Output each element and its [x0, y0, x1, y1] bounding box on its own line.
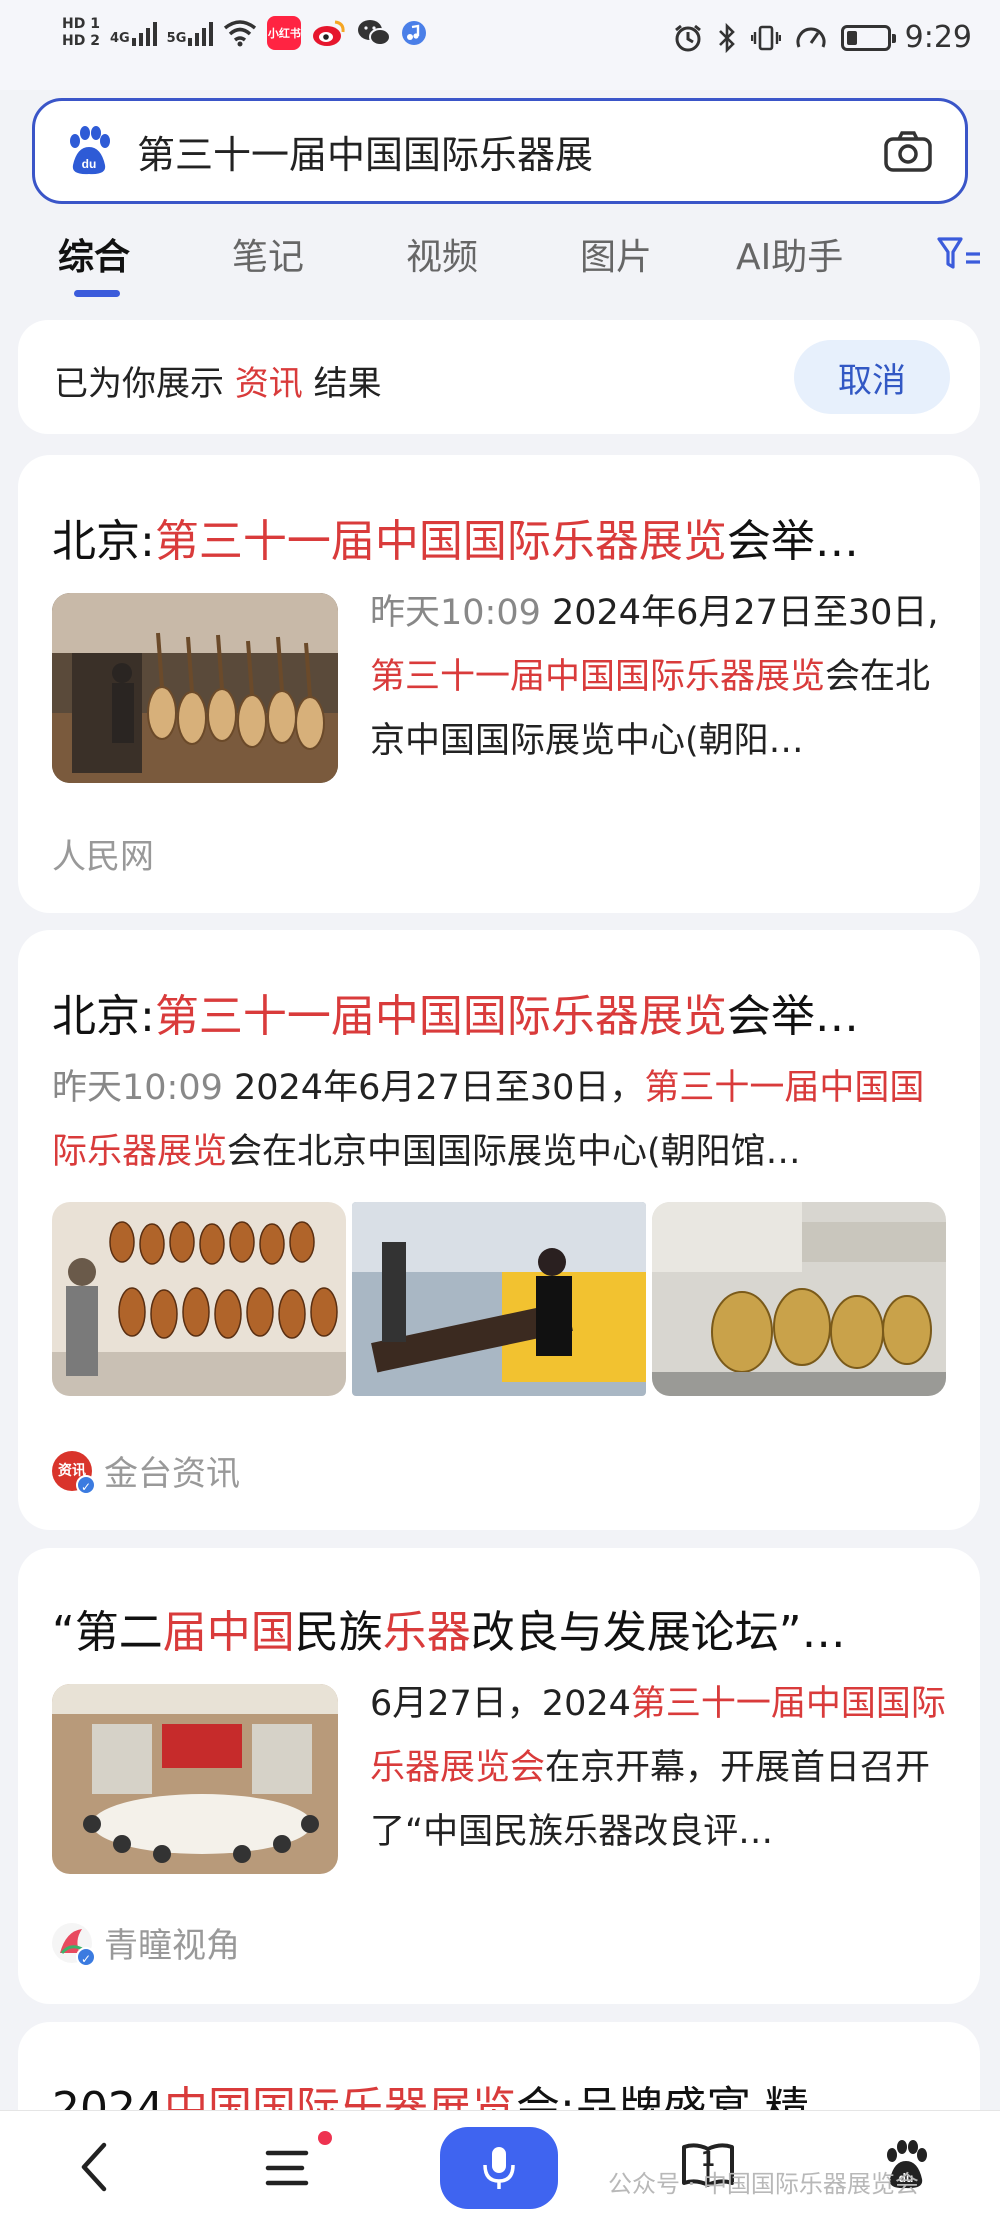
- menu-icon[interactable]: [262, 2145, 312, 2191]
- bluetooth-icon: [718, 22, 735, 53]
- voice-search-button[interactable]: [440, 2127, 558, 2209]
- search-bar[interactable]: du 第三十一届中国国际乐器展: [32, 98, 968, 204]
- clock: 9:29: [904, 20, 972, 55]
- notice-text: 已为你展示 资讯 结果: [54, 364, 382, 404]
- notification-dot: [318, 2131, 332, 2145]
- result-title[interactable]: “第二届中国民族乐器改良与发展论坛”…: [52, 1596, 952, 1660]
- verified-icon: ✓: [76, 1946, 96, 1967]
- result-snippet: 昨天10:09 2024年6月27日至30日，第三十一届中国国际乐器展览会在北京…: [52, 1068, 925, 1172]
- microphone-icon: [483, 2147, 515, 2189]
- source-name[interactable]: 金台资讯: [104, 1446, 240, 1495]
- watermark: 公众号 · 中国国际乐器展览会: [608, 2170, 919, 2198]
- result-thumbnail[interactable]: [52, 593, 338, 783]
- result-snippet: 6月27日，2024第三十一届中国国际乐器展览会在京开幕，开展首日召开了“中国民…: [370, 1684, 946, 1852]
- svg-text:du: du: [82, 157, 97, 171]
- signal-icon: 4G: [110, 20, 157, 46]
- result-thumbnail[interactable]: [52, 1202, 346, 1396]
- result-card[interactable]: 北京:第三十一届中国国际乐器展览会举… 昨天10:09 2024年6月27日至3…: [18, 455, 980, 913]
- source-name[interactable]: 人民网: [52, 829, 154, 878]
- baidu-paw-icon[interactable]: du: [63, 125, 115, 177]
- search-tabs: 综合 笔记 视频 图片 AI助手: [0, 222, 1000, 302]
- result-source[interactable]: 资讯 ✓ 金台资讯: [52, 1446, 240, 1495]
- result-thumbnail[interactable]: [52, 1684, 338, 1874]
- source-avatar: ✓: [52, 1922, 96, 1967]
- status-bar: HD 1 HD 2 4G 5G 小红书 9:29: [0, 0, 1000, 90]
- result-type-notice: 已为你展示 资讯 结果 取消: [18, 320, 980, 434]
- source-name[interactable]: 青瞳视角: [104, 1918, 240, 1967]
- result-title[interactable]: 北京:第三十一届中国国际乐器展览会举…: [52, 980, 952, 1044]
- result-card[interactable]: 北京:第三十一届中国国际乐器展览会举… 昨天10:09 2024年6月27日至3…: [18, 930, 980, 1530]
- result-card[interactable]: “第二届中国民族乐器改良与发展论坛”… 6月27日，2024第三十一届中国国际乐…: [18, 1548, 980, 2004]
- result-thumbnail[interactable]: [652, 1202, 946, 1396]
- xiaohongshu-icon: 小红书: [267, 16, 302, 50]
- vibrate-icon: [750, 25, 781, 50]
- result-title[interactable]: 北京:第三十一届中国国际乐器展览会举…: [52, 505, 952, 569]
- music-icon: [402, 21, 427, 45]
- result-source[interactable]: 人民网: [52, 829, 154, 878]
- speed-icon: [796, 27, 826, 48]
- tab-images[interactable]: 图片: [580, 228, 652, 280]
- verified-icon: ✓: [76, 1474, 96, 1495]
- camera-icon[interactable]: [883, 129, 933, 173]
- filter-icon[interactable]: [936, 234, 982, 274]
- tab-all[interactable]: 综合: [58, 228, 130, 280]
- weibo-icon: [313, 20, 345, 46]
- wechat-icon: [358, 20, 392, 46]
- tab-videos[interactable]: 视频: [406, 228, 478, 280]
- active-tab-indicator: [74, 290, 120, 297]
- search-input[interactable]: 第三十一届中国国际乐器展: [137, 124, 883, 179]
- battery-icon: [840, 24, 896, 51]
- cancel-button[interactable]: 取消: [794, 340, 950, 414]
- wifi-icon: [224, 20, 257, 47]
- tab-notes[interactable]: 笔记: [232, 228, 304, 280]
- result-source[interactable]: ✓ 青瞳视角: [52, 1918, 240, 1967]
- source-avatar: 资讯 ✓: [52, 1450, 96, 1495]
- back-icon[interactable]: [70, 2139, 120, 2195]
- result-snippet: 昨天10:09 2024年6月27日至30日,第三十一届中国国际乐器展览会在北京…: [370, 593, 939, 761]
- alarm-icon: [674, 24, 701, 51]
- hd-indicator: HD 1 HD 2: [62, 16, 100, 49]
- signal-icon: 5G: [167, 20, 214, 46]
- tab-ai-assistant[interactable]: AI助手: [736, 228, 843, 280]
- result-thumbnail[interactable]: [352, 1202, 646, 1396]
